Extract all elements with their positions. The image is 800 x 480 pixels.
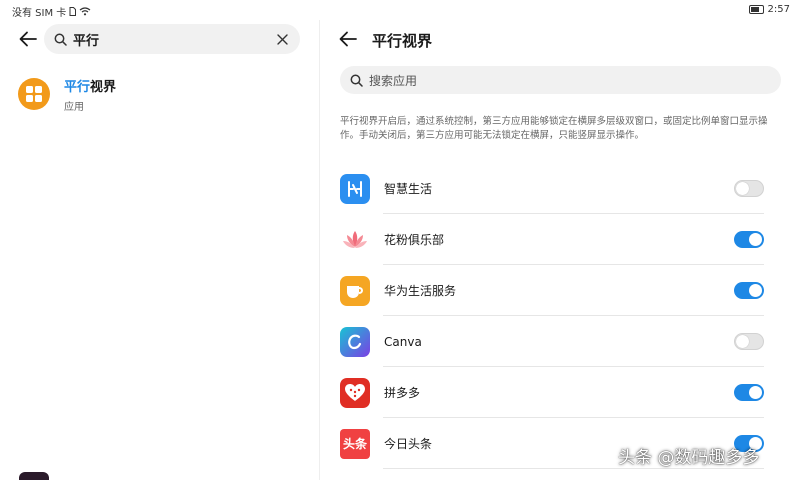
canva-icon	[340, 326, 370, 357]
watermark: 头条 @数码趣多多	[618, 448, 760, 468]
result-text: 平行视界 应用	[64, 76, 116, 113]
result-subtitle: 应用	[64, 101, 84, 113]
app-name: 拼多多	[384, 386, 421, 400]
status-time: 2:57	[767, 4, 790, 15]
toutiao-icon-label: 头条	[342, 437, 367, 451]
status-bar: 没有 SIM 卡 65 2:57	[0, 0, 800, 20]
search-results-pane: 平行视界 应用	[0, 20, 320, 480]
list-item: Canva	[340, 316, 764, 367]
settings-back-button[interactable]	[337, 28, 359, 50]
status-left: 没有 SIM 卡	[12, 4, 91, 19]
parallel-view-settings-pane: 平行视界 搜索应用 平行视界开启后，通过系统控制，第三方应用能够锁定在横屏多层级…	[321, 20, 800, 480]
back-button[interactable]	[17, 28, 39, 50]
page-title: 平行视界	[372, 32, 433, 50]
app-toggle-switch[interactable]	[734, 384, 764, 401]
app-name: 花粉俱乐部	[384, 233, 445, 247]
sim-icon	[69, 7, 77, 16]
app-toggle-switch[interactable]	[734, 333, 764, 350]
result-title-rest: 视界	[90, 79, 117, 95]
feature-description: 平行视界开启后，通过系统控制，第三方应用能够锁定在横屏多层级双窗口，或固定比例单…	[340, 116, 768, 141]
list-item: 拼多多	[340, 367, 764, 418]
battery-icon	[748, 5, 764, 14]
lotus-icon	[340, 224, 370, 255]
clear-search-button[interactable]	[274, 31, 290, 47]
app-toggle-switch[interactable]	[734, 282, 764, 299]
partial-app-icon	[19, 472, 49, 480]
list-item: 花粉俱乐部	[340, 214, 764, 265]
result-title-highlight: 平行	[64, 79, 91, 95]
smart-life-icon	[340, 173, 370, 204]
app-name: 华为生活服务	[384, 284, 457, 298]
result-title: 平行视界	[64, 76, 116, 95]
app-toggle-switch[interactable]	[734, 231, 764, 248]
carrier-text: 没有 SIM 卡	[12, 8, 67, 19]
grid-app-icon	[18, 78, 50, 110]
status-right: 65 2:57	[748, 4, 790, 15]
app-search-box[interactable]: 搜索应用	[340, 66, 781, 94]
wifi-icon	[79, 7, 91, 16]
list-item: 华为生活服务	[340, 265, 764, 316]
app-name: 智慧生活	[384, 182, 433, 196]
search-result-item[interactable]: 平行视界 应用	[18, 74, 308, 114]
app-name: Canva	[384, 334, 422, 349]
cup-icon	[340, 275, 370, 306]
app-search-placeholder: 搜索应用	[369, 73, 418, 88]
back-arrow-icon	[19, 31, 37, 47]
back-arrow-icon	[339, 31, 357, 47]
search-input[interactable]	[73, 31, 274, 47]
close-icon	[276, 33, 288, 45]
search-icon	[350, 74, 363, 87]
list-item: 智慧生活	[340, 163, 764, 214]
pinduoduo-icon	[340, 377, 370, 408]
toutiao-icon: 头条	[340, 428, 370, 459]
search-box[interactable]	[44, 24, 300, 54]
app-toggle-switch[interactable]	[734, 180, 764, 197]
app-list: 智慧生活 花粉俱乐部 华为生活服务 Canva 拼多多 头条 今日头条	[340, 163, 764, 469]
search-icon	[54, 33, 67, 46]
